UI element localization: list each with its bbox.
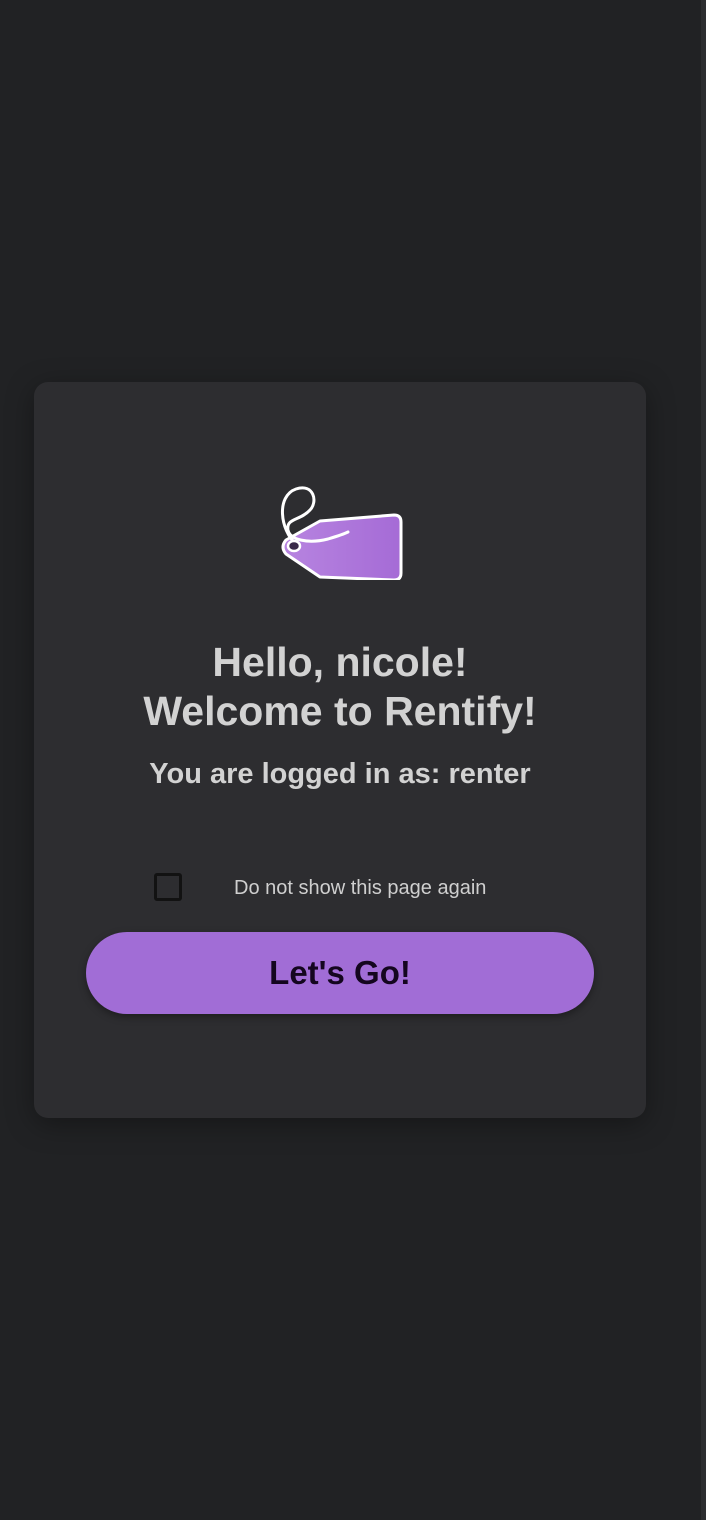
price-tag-icon: [281, 486, 403, 580]
greeting-line: Hello, nicole!: [212, 639, 468, 685]
welcome-heading: Hello, nicole! Welcome to Rentify!: [34, 638, 646, 736]
welcome-line: Welcome to Rentify!: [143, 688, 537, 734]
dont-show-again-label: Do not show this page again: [234, 877, 487, 899]
lets-go-button[interactable]: Let's Go!: [86, 932, 594, 1014]
dont-show-again-checkbox[interactable]: [154, 873, 182, 901]
welcome-card: Hello, nicole! Welcome to Rentify! You a…: [34, 382, 646, 1118]
dont-show-again-option[interactable]: Do not show this page again: [154, 872, 554, 908]
screen-edge: [701, 0, 706, 1520]
logged-in-role-text: You are logged in as: renter: [149, 758, 531, 790]
